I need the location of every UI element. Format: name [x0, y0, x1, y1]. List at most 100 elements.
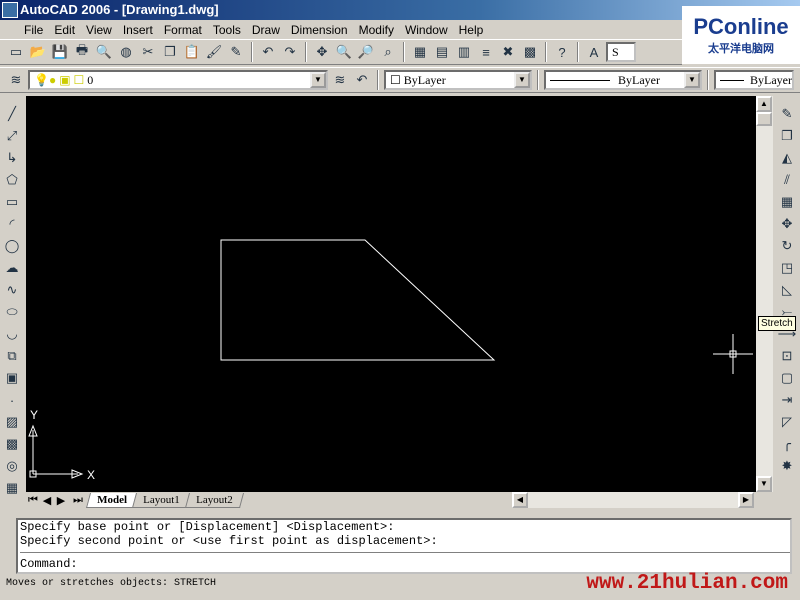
pan-icon[interactable]: ✥ [312, 42, 332, 62]
match-properties-icon[interactable]: 🖌 [204, 42, 224, 62]
menu-tools[interactable]: Tools [208, 23, 247, 37]
rotate-icon[interactable]: ↻ [777, 236, 797, 256]
tool-palettes-icon[interactable]: ▥ [454, 42, 474, 62]
tab-model[interactable]: Model [85, 492, 138, 508]
line-icon[interactable]: ╱ [2, 104, 22, 124]
linetype-dropdown[interactable]: ByLayer ▼ [544, 70, 702, 90]
chamfer-icon[interactable]: ◸ [777, 412, 797, 432]
region-icon[interactable]: ◎ [2, 456, 22, 476]
lineweight-value: ByLayer [750, 72, 792, 87]
chevron-down-icon[interactable]: ▼ [514, 72, 530, 88]
break-icon[interactable]: ▢ [777, 368, 797, 388]
menu-insert[interactable]: Insert [118, 23, 159, 37]
scroll-up-button[interactable]: ▲ [756, 96, 772, 112]
lineweight-dropdown[interactable]: ByLayer [714, 70, 794, 90]
undo-icon[interactable]: ↶ [258, 42, 278, 62]
menu-dimension[interactable]: Dimension [286, 23, 354, 37]
explode-icon[interactable]: ✸ [777, 456, 797, 476]
plot-icon[interactable]: 🖶 [72, 42, 92, 62]
break-at-point-icon[interactable]: ⊡ [777, 346, 797, 366]
mirror-icon[interactable]: ◭ [777, 148, 797, 168]
new-icon[interactable]: ▭ [6, 42, 26, 62]
stretch-icon[interactable]: ◺ [777, 280, 797, 300]
redo-icon[interactable]: ↷ [280, 42, 300, 62]
save-icon[interactable]: 💾 [50, 42, 70, 62]
arc-icon[interactable]: ◜ [2, 214, 22, 234]
menu-file[interactable]: File [4, 23, 49, 37]
menu-help[interactable]: Help [454, 23, 490, 37]
menu-modify[interactable]: Modify [354, 23, 400, 37]
tab-nav-next[interactable]: ▶ [54, 494, 68, 507]
autocad-app-icon[interactable] [2, 2, 18, 18]
erase-icon[interactable]: ✎ [777, 104, 797, 124]
block-editor-icon[interactable]: ✎ [226, 42, 246, 62]
scroll-thumb[interactable] [756, 112, 772, 126]
layout-tabs-bar: ⏮ ◀ ▶ ⏭ Model Layout1 Layout2 ◀ ▶ [26, 492, 756, 508]
scroll-left-button[interactable]: ◀ [512, 492, 528, 508]
calculator-icon[interactable]: ▩ [520, 42, 540, 62]
tab-layout1[interactable]: Layout1 [131, 492, 191, 508]
ellipse-arc-icon[interactable]: ◡ [2, 324, 22, 344]
sheet-set-icon[interactable]: ≡ [476, 42, 496, 62]
zoom-previous-icon[interactable]: ⌕ [378, 42, 398, 62]
join-icon[interactable]: ⇥ [777, 390, 797, 410]
spline-icon[interactable]: ∿ [2, 280, 22, 300]
paste-icon[interactable]: 📋 [182, 42, 202, 62]
make-block-icon[interactable]: ▣ [2, 368, 22, 388]
tab-nav-prev[interactable]: ◀ [40, 494, 54, 507]
move-icon[interactable]: ✥ [777, 214, 797, 234]
tab-layout2[interactable]: Layout2 [184, 492, 244, 508]
offset-icon[interactable]: ⫽ [777, 170, 797, 190]
copy-object-icon[interactable]: ❐ [777, 126, 797, 146]
horizontal-scrollbar[interactable]: ◀ ▶ [512, 492, 754, 508]
zoom-realtime-icon[interactable]: 🔍 [334, 42, 354, 62]
scale-icon[interactable]: ◳ [777, 258, 797, 278]
vertical-scrollbar[interactable]: ▲ ▼ [756, 96, 773, 492]
table-icon[interactable]: ▦ [2, 478, 22, 498]
polygon-icon[interactable]: ⬠ [2, 170, 22, 190]
open-icon[interactable]: 📂 [28, 42, 48, 62]
layer-dropdown[interactable]: 💡● ▣ ☐ 0 ▼ [28, 70, 328, 90]
fillet-icon[interactable]: ╭ [777, 434, 797, 454]
text-style-icon[interactable]: A [584, 42, 604, 62]
construction-line-icon[interactable]: ⤢ [2, 126, 22, 146]
layer-manager-icon[interactable]: ≋ [6, 70, 26, 90]
menu-draw[interactable]: Draw [247, 23, 286, 37]
plot-preview-icon[interactable]: 🔍 [94, 42, 114, 62]
help-icon[interactable]: ? [552, 42, 572, 62]
chevron-down-icon[interactable]: ▼ [684, 72, 700, 88]
trapezoid-shape[interactable] [220, 239, 496, 361]
design-center-icon[interactable]: ▤ [432, 42, 452, 62]
revision-cloud-icon[interactable]: ☁ [2, 258, 22, 278]
layer-previous-icon[interactable]: ↶ [352, 70, 372, 90]
point-icon[interactable]: · [2, 390, 22, 410]
publish-icon[interactable]: ◍ [116, 42, 136, 62]
menu-view[interactable]: View [81, 23, 118, 37]
gradient-icon[interactable]: ▩ [2, 434, 22, 454]
scroll-down-button[interactable]: ▼ [756, 476, 772, 492]
circle-icon[interactable]: ◯ [2, 236, 22, 256]
menu-window[interactable]: Window [400, 23, 454, 37]
command-input[interactable]: Command: [20, 552, 790, 571]
hatch-icon[interactable]: ▨ [2, 412, 22, 432]
polyline-icon[interactable]: ↳ [2, 148, 22, 168]
text-style-dropdown[interactable]: S [606, 42, 636, 62]
menu-format[interactable]: Format [159, 23, 208, 37]
menu-edit[interactable]: Edit [49, 23, 81, 37]
scroll-right-button[interactable]: ▶ [738, 492, 754, 508]
ellipse-icon[interactable]: ⬭ [2, 302, 22, 322]
tab-nav-last[interactable]: ⏭ [68, 494, 88, 507]
rectangle-icon[interactable]: ▭ [2, 192, 22, 212]
color-dropdown[interactable]: ☐ ByLayer ▼ [384, 70, 532, 90]
markup-icon[interactable]: ✖ [498, 42, 518, 62]
properties-icon[interactable]: ▦ [410, 42, 430, 62]
array-icon[interactable]: ▦ [777, 192, 797, 212]
zoom-window-icon[interactable]: 🔎 [356, 42, 376, 62]
copy-icon[interactable]: ❐ [160, 42, 180, 62]
tab-nav-first[interactable]: ⏮ [26, 494, 40, 507]
drawing-canvas[interactable]: Y X [26, 96, 756, 492]
make-object-layer-current-icon[interactable]: ≋ [330, 70, 350, 90]
cut-icon[interactable]: ✂ [138, 42, 158, 62]
chevron-down-icon[interactable]: ▼ [310, 72, 326, 88]
insert-block-icon[interactable]: ⧉ [2, 346, 22, 366]
